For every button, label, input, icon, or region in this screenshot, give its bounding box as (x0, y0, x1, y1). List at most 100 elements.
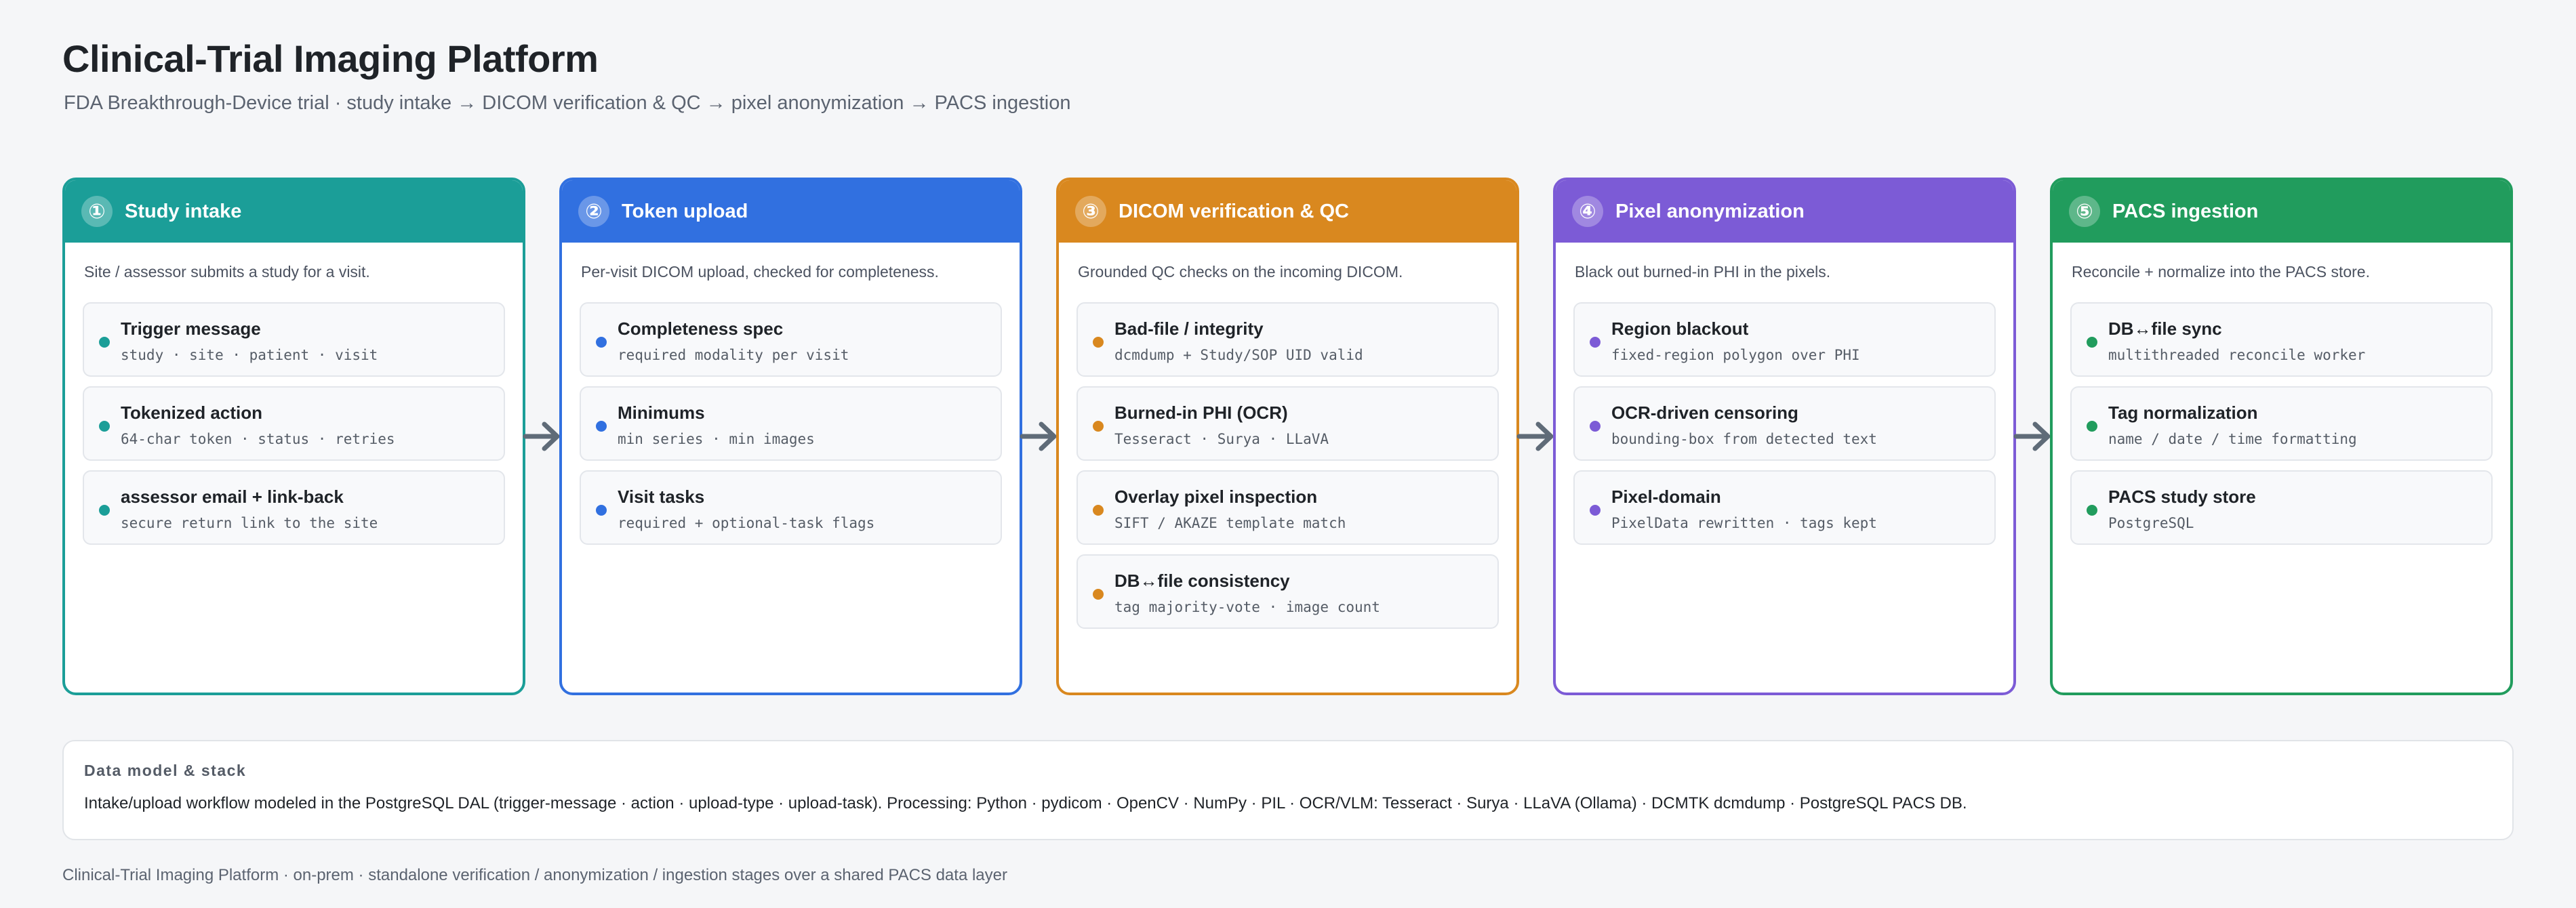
bullet-dot-icon (99, 505, 110, 516)
stage-item: Trigger message study · site · patient · … (83, 302, 505, 377)
stage-number-badge: ④ (1572, 196, 1603, 227)
stage-description: Grounded QC checks on the incoming DICOM… (1078, 263, 1403, 281)
bullet-dot-icon (99, 421, 110, 432)
stage-item-detail: name / date / time formatting (2108, 431, 2357, 447)
stage-title: Pixel anonymization (1615, 200, 1805, 222)
arrow-right-icon (1020, 421, 1057, 451)
stage-item: Minimums min series · min images (580, 386, 1002, 461)
page-subtitle: FDA Breakthrough-Device trial · study in… (64, 92, 1071, 114)
stage-item-detail: secure return link to the site (121, 515, 378, 531)
bullet-dot-icon (596, 505, 607, 516)
footer-note: Clinical-Trial Imaging Platform · on-pre… (62, 866, 1007, 884)
stage-item-detail: required + optional-task flags (618, 515, 875, 531)
stage-item-detail: Tesseract · Surya · LLaVA (1114, 431, 1329, 447)
stage-item: Visit tasks required + optional-task flag… (580, 470, 1002, 545)
stage-card-4: ④ Pixel anonymization Black out burned-in … (1553, 178, 2016, 695)
stage-card-1: ① Study intake Site / assessor submits a s… (62, 178, 525, 695)
bullet-dot-icon (1590, 421, 1601, 432)
stage-item: Pixel-domain PixelData rewritten · tags k… (1573, 470, 1996, 545)
stage-number-badge: ① (81, 196, 113, 227)
data-model-title: Data model & stack (84, 762, 247, 779)
stage-item: Burned-in PHI (OCR) Tesseract · Surya · L… (1076, 386, 1499, 461)
stage-header: ① Study intake (65, 180, 523, 243)
stage-item-title: Pixel-domain (1611, 487, 1721, 507)
bullet-dot-icon (2087, 505, 2097, 516)
stage-description: Black out burned-in PHI in the pixels. (1575, 263, 1831, 281)
stage-item: OCR-driven censoring bounding-box from de… (1573, 386, 1996, 461)
stage-number-badge: ③ (1075, 196, 1106, 227)
stage-item: Overlay pixel inspection SIFT / AKAZE tem… (1076, 470, 1499, 545)
arrow-right-icon (1516, 421, 1554, 451)
bullet-dot-icon (1093, 505, 1104, 516)
bullet-dot-icon (1093, 589, 1104, 600)
stage-item: PACS study store PostgreSQL (2070, 470, 2493, 545)
stage-item-list: Trigger message study · site · patient · … (83, 302, 505, 554)
bullet-dot-icon (1590, 505, 1601, 516)
stage-item-detail: required modality per visit (618, 347, 849, 363)
stage-item: Bad-file / integrity dcmdump + Study/SOP … (1076, 302, 1499, 377)
page-title: Clinical-Trial Imaging Platform (62, 37, 599, 80)
stage-title: Study intake (125, 200, 242, 222)
stage-title: DICOM verification & QC (1119, 200, 1349, 222)
stage-item: Tag normalization name / date / time form… (2070, 386, 2493, 461)
stage-item: DB↔file sync multithreaded reconcile work… (2070, 302, 2493, 377)
stage-number-badge: ② (578, 196, 609, 227)
stage-item-title: Bad-file / integrity (1114, 318, 1264, 339)
stage-number-badge: ⑤ (2069, 196, 2100, 227)
stage-item-title: Burned-in PHI (OCR) (1114, 403, 1288, 423)
arrow-right-icon (2013, 421, 2051, 451)
bullet-dot-icon (1093, 421, 1104, 432)
stage-header: ③ DICOM verification & QC (1059, 180, 1516, 243)
bullet-dot-icon (2087, 421, 2097, 432)
stage-item-detail: dcmdump + Study/SOP UID valid (1114, 347, 1363, 363)
bullet-dot-icon (596, 421, 607, 432)
stage-card-5: ⑤ PACS ingestion Reconcile + normalize int… (2050, 178, 2513, 695)
stage-item: DB↔file consistency tag majority-vote · i… (1076, 554, 1499, 629)
stage-item: Completeness spec required modality per v… (580, 302, 1002, 377)
stage-item-title: Region blackout (1611, 318, 1749, 339)
bullet-dot-icon (2087, 337, 2097, 348)
stage-item-detail: PixelData rewritten · tags kept (1611, 515, 1877, 531)
stage-header: ⑤ PACS ingestion (2053, 180, 2510, 243)
stage-card-2: ② Token upload Per-visit DICOM upload, che… (559, 178, 1022, 695)
stage-item-title: Visit tasks (618, 487, 705, 507)
stage-item-detail: bounding-box from detected text (1611, 431, 1877, 447)
stage-item-list: Completeness spec required modality per v… (580, 302, 1002, 554)
stage-item-detail: 64-char token · status · retries (121, 431, 395, 447)
arrow-right-icon (523, 421, 560, 451)
stage-item-title: Trigger message (121, 318, 261, 339)
pipeline-stages: ① Study intake Site / assessor submits a s… (62, 178, 2514, 695)
stage-title: Token upload (622, 200, 748, 222)
bullet-dot-icon (99, 337, 110, 348)
stage-item-list: DB↔file sync multithreaded reconcile work… (2070, 302, 2493, 554)
stage-item-title: DB↔file sync (2108, 318, 2222, 339)
stage-description: Site / assessor submits a study for a vi… (84, 263, 370, 281)
stage-item-title: PACS study store (2108, 487, 2256, 507)
stage-item: Region blackout fixed-region polygon over… (1573, 302, 1996, 377)
stage-item: assessor email + link-back secure return … (83, 470, 505, 545)
stage-item-title: DB↔file consistency (1114, 571, 1290, 591)
data-model-body: Intake/upload workflow modeled in the Po… (84, 794, 1967, 812)
data-model-panel: Data model & stack Intake/upload workflo… (62, 740, 2514, 840)
stage-item-detail: SIFT / AKAZE template match (1114, 515, 1346, 531)
stage-item-list: Region blackout fixed-region polygon over… (1573, 302, 1996, 554)
diagram-page: Clinical-Trial Imaging Platform FDA Brea… (0, 0, 2576, 908)
stage-item-detail: tag majority-vote · image count (1114, 599, 1380, 615)
stage-card-3: ③ DICOM verification & QC Grounded QC chec… (1056, 178, 1519, 695)
stage-item-detail: multithreaded reconcile worker (2108, 347, 2366, 363)
stage-item-title: OCR-driven censoring (1611, 403, 1798, 423)
stage-description: Per-visit DICOM upload, checked for comp… (581, 263, 939, 281)
stage-item-list: Bad-file / integrity dcmdump + Study/SOP … (1076, 302, 1499, 638)
bullet-dot-icon (1590, 337, 1601, 348)
stage-description: Reconcile + normalize into the PACS stor… (2072, 263, 2370, 281)
stage-item-title: assessor email + link-back (121, 487, 344, 507)
stage-item-title: Completeness spec (618, 318, 784, 339)
stage-item-detail: min series · min images (618, 431, 815, 447)
stage-item-detail: PostgreSQL (2108, 515, 2194, 531)
stage-item-detail: fixed-region polygon over PHI (1611, 347, 1860, 363)
bullet-dot-icon (1093, 337, 1104, 348)
bullet-dot-icon (596, 337, 607, 348)
stage-item-detail: study · site · patient · visit (121, 347, 378, 363)
stage-item: Tokenized action 64-char token · status ·… (83, 386, 505, 461)
stage-item-title: Tokenized action (121, 403, 262, 423)
